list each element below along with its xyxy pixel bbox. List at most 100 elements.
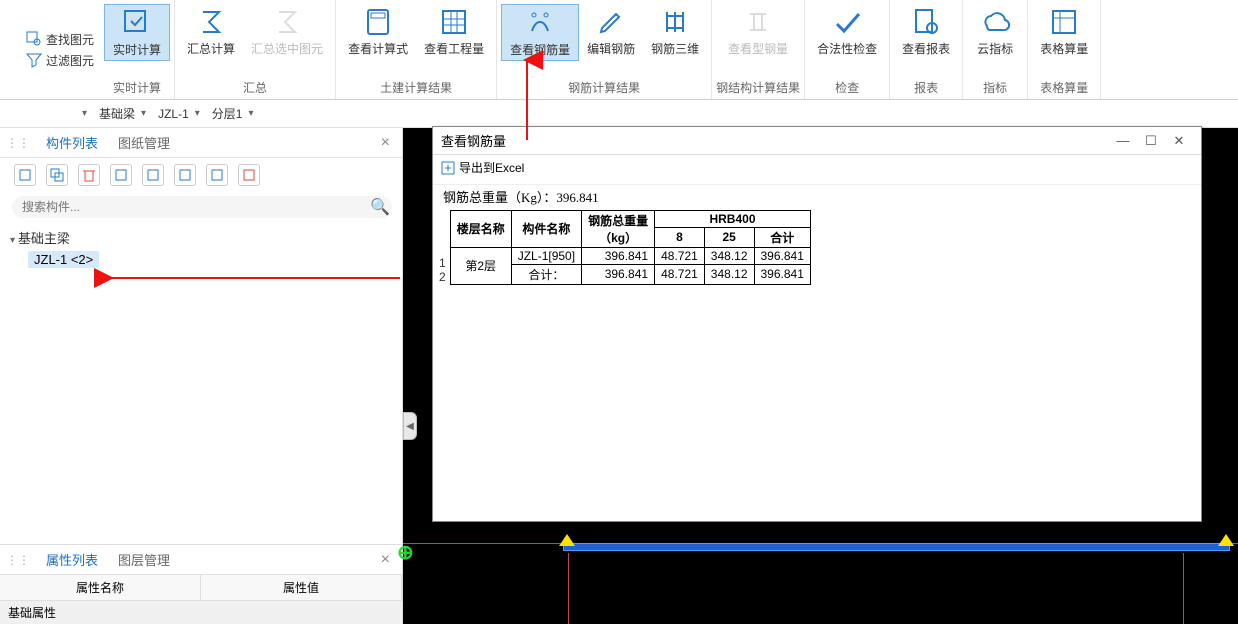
cell-comp: JZL-1[950] (511, 247, 581, 264)
beam-element[interactable] (563, 543, 1230, 551)
mini-toolbar (0, 158, 402, 192)
realtime-calc-btn[interactable]: 实时计算 (104, 4, 170, 61)
sum-selected-btn[interactable]: 汇总选中图元 (243, 4, 331, 59)
th-total: 钢筋总重量（kg） (582, 210, 655, 247)
left-panel: ⋮⋮ 构件列表 图纸管理 × 🔍 基础主梁 JZL-1 <2> ⋮⋮ 属 (0, 128, 403, 624)
legal-check-label: 合法性检查 (817, 40, 877, 57)
close-prop-btn[interactable]: × (375, 551, 396, 569)
mini-delete-btn[interactable] (78, 164, 100, 186)
table-calc-label: 表格算量 (1040, 40, 1088, 57)
ribbon: 查找图元 过滤图元 实时计算 实时计算 汇总计算 汇总选中图元 汇总 (0, 0, 1238, 100)
cloud-index-label: 云指标 (977, 40, 1013, 57)
mini-a-btn[interactable] (110, 164, 132, 186)
cell-d8: 48.721 (655, 247, 705, 264)
close-btn[interactable]: ✕ (1165, 133, 1193, 149)
mini-new-btn[interactable] (14, 164, 36, 186)
prop-category-basic[interactable]: 基础属性 (0, 601, 402, 624)
view-eng-btn[interactable]: 查看工程量 (416, 4, 492, 59)
cell-sum: 396.841 (754, 247, 810, 264)
mini-b-btn[interactable] (142, 164, 164, 186)
prop-col-name: 属性名称 (0, 575, 201, 600)
tab-drawing-mgmt[interactable]: 图纸管理 (108, 133, 180, 152)
mini-e-btn[interactable] (238, 164, 260, 186)
cell-comp: 合计： (511, 264, 581, 284)
selector-layer[interactable]: 分层1 (212, 105, 254, 122)
dialog-titlebar[interactable]: 查看钢筋量 ― ☐ ✕ (433, 127, 1201, 155)
rebar-total-summary: 钢筋总重量（Kg）：396.841 (439, 185, 1195, 210)
search-icon[interactable]: 🔍 (370, 197, 390, 217)
filter-element-label: 过滤图元 (46, 52, 94, 69)
export-excel-btn[interactable]: 导出到Excel (441, 159, 524, 176)
row-numbers: 1 2 (439, 210, 450, 285)
drag-handle-icon[interactable]: ⋮⋮ (6, 136, 30, 150)
group-sum-label: 汇总 (243, 76, 267, 99)
table-calc-btn[interactable]: 表格算量 (1032, 4, 1096, 59)
export-excel-label: 导出到Excel (459, 159, 524, 176)
property-tabs: ⋮⋮ 属性列表 图层管理 × (0, 545, 402, 575)
cell-d8: 48.721 (655, 264, 705, 284)
minimize-btn[interactable]: ― (1109, 133, 1137, 148)
search-input[interactable] (12, 196, 392, 218)
group-steel: 查看型钢量 钢结构计算结果 (712, 0, 805, 99)
find-element-btn[interactable]: 查找图元 (26, 31, 94, 48)
view-calc-btn[interactable]: 查看计算式 (340, 4, 416, 59)
property-panel: ⋮⋮ 属性列表 图层管理 × 属性名称 属性值 基础属性 (0, 544, 402, 624)
mini-d-btn[interactable] (206, 164, 228, 186)
th-sum: 合计 (754, 227, 810, 247)
pencil-icon (595, 6, 627, 38)
group-realtime: 实时计算 实时计算 (100, 0, 175, 99)
rebar-table[interactable]: 楼层名称 构件名称 钢筋总重量（kg） HRB400 8 25 合计 第2层 J… (450, 210, 811, 285)
view-eng-label: 查看工程量 (424, 40, 484, 57)
view-report-label: 查看报表 (902, 40, 950, 57)
edit-rebar-btn[interactable]: 编辑钢筋 (579, 4, 643, 59)
cloud-index-btn[interactable]: 云指标 (967, 4, 1023, 59)
group-tablecalc: 表格算量 表格算量 (1028, 0, 1101, 99)
mini-copy-btn[interactable] (46, 164, 68, 186)
tree-parent[interactable]: 基础主梁 (10, 228, 392, 247)
tree-child-jzl1[interactable]: JZL-1 <2> (28, 251, 99, 268)
group-rebar: 查看钢筋量 编辑钢筋 钢筋三维 钢筋计算结果 (497, 0, 712, 99)
selector-a[interactable] (80, 108, 87, 119)
group-rebar-label: 钢筋计算结果 (568, 76, 640, 99)
th-grade: HRB400 (655, 210, 811, 227)
legal-check-btn[interactable]: 合法性检查 (809, 4, 885, 59)
tab-property-list[interactable]: 属性列表 (36, 550, 108, 569)
property-header: 属性名称 属性值 (0, 575, 402, 601)
view-steel-btn[interactable]: 查看型钢量 (720, 4, 796, 59)
table-row[interactable]: 第2层 JZL-1[950] 396.841 48.721 348.12 396… (450, 247, 810, 264)
view-rebar-label: 查看钢筋量 (510, 41, 570, 58)
group-report: 查看报表 报表 (890, 0, 963, 99)
sum-calc-btn[interactable]: 汇总计算 (179, 4, 243, 59)
group-index-label: 指标 (983, 76, 1007, 99)
prop-col-value: 属性值 (201, 575, 402, 600)
edit-rebar-label: 编辑钢筋 (587, 40, 635, 57)
support-marker-left (559, 534, 575, 546)
selector-category[interactable]: 基础梁 (99, 105, 146, 122)
cell-d25: 348.12 (704, 264, 754, 284)
sum-calc-label: 汇总计算 (187, 40, 235, 57)
cell-sum: 396.841 (754, 264, 810, 284)
group-index: 云指标 指标 (963, 0, 1028, 99)
mini-c-btn[interactable] (174, 164, 196, 186)
view-rebar-btn[interactable]: 查看钢筋量 (501, 4, 579, 61)
view-calc-label: 查看计算式 (348, 40, 408, 57)
expand-panel-handle[interactable]: ◀ (403, 412, 417, 440)
group-steel-label: 钢结构计算结果 (716, 76, 800, 99)
maximize-btn[interactable]: ☐ (1137, 133, 1165, 149)
group-civil: 查看计算式 查看工程量 土建计算结果 (336, 0, 497, 99)
selector-component[interactable]: JZL-1 (158, 107, 200, 121)
tab-component-list[interactable]: 构件列表 (36, 133, 108, 152)
row-num-1: 1 (439, 256, 450, 270)
group-tablecalc-label: 表格算量 (1040, 76, 1088, 99)
tab-layer-mgmt[interactable]: 图层管理 (108, 550, 180, 569)
table-icon (1048, 6, 1080, 38)
view-report-btn[interactable]: 查看报表 (894, 4, 958, 59)
close-panel-btn[interactable]: × (375, 134, 396, 152)
rebar-3d-btn[interactable]: 钢筋三维 (643, 4, 707, 59)
th-d8: 8 (655, 227, 705, 247)
filter-element-btn[interactable]: 过滤图元 (26, 52, 94, 69)
cell-total: 396.841 (582, 247, 655, 264)
drag-handle-icon[interactable]: ⋮⋮ (6, 553, 30, 567)
small-buttons: 查找图元 过滤图元 (20, 0, 100, 99)
rebar-icon (524, 7, 556, 39)
